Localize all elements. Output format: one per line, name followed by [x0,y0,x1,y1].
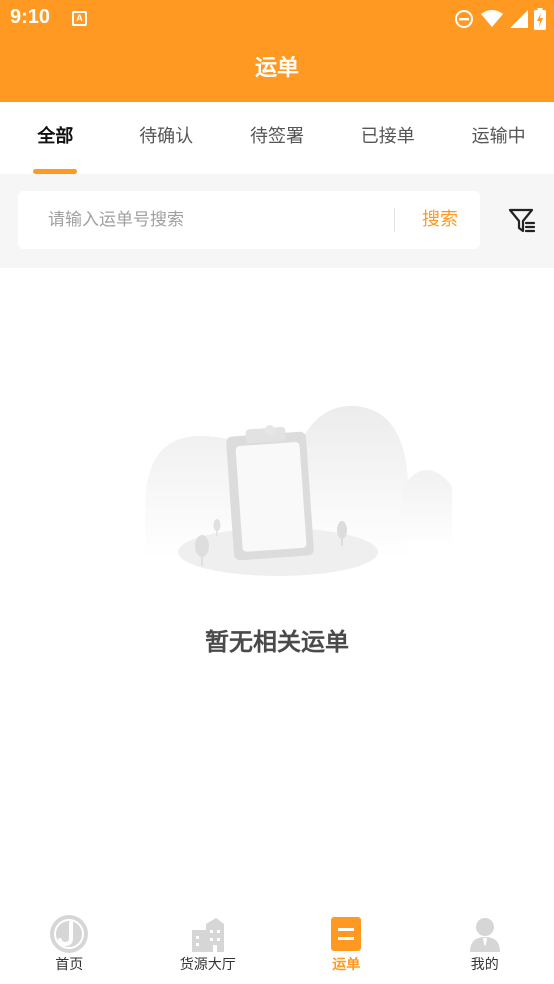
bottom-navigation: 首页 货源大厅 运单 我的 [0,904,554,984]
tab-pending-confirmation[interactable]: 待确认 [111,102,222,174]
tab-in-transit[interactable]: 运输中 [443,102,554,174]
status-bar: 9:10 A [0,0,554,38]
tab-label: 已接单 [360,126,415,147]
search-bar-area: 搜索 [0,174,554,268]
page-title: 运单 [254,56,299,81]
empty-clipboard-illustration [145,405,452,576]
wifi-icon [481,10,503,27]
search-divider [394,208,395,232]
nav-item-cargo-hall[interactable]: 货源大厅 [139,904,278,984]
signal-icon [510,10,528,28]
tab-label: 待签署 [249,126,304,147]
search-box: 搜索 [18,191,480,249]
app-header: 9:10 A 运单 [0,0,554,102]
nav-label: 我的 [470,957,499,973]
tab-all[interactable]: 全部 [0,102,111,174]
filter-icon[interactable] [506,204,538,236]
status-tabs: 全部 待确认 待签署 已接单 运输中 [0,102,554,174]
empty-state-message: 暂无相关运单 [205,628,349,656]
search-button[interactable]: 搜索 [404,191,476,249]
do-not-disturb-icon [455,10,473,28]
nav-label: 运单 [332,957,361,973]
nav-label: 货源大厅 [179,957,236,973]
notification-icon: A [72,11,87,26]
tab-label: 全部 [37,126,74,147]
status-time: 9:10 [10,6,51,28]
nav-item-home[interactable]: 首页 [0,904,139,984]
nav-item-waybill[interactable]: 运单 [277,904,416,984]
clipboard-icon [226,425,314,561]
tab-label: 运输中 [471,126,526,147]
home-logo-icon [50,915,89,953]
person-icon [469,918,500,952]
nav-item-mine[interactable]: 我的 [416,904,554,984]
search-input[interactable] [38,191,388,249]
battery-charging-icon [534,8,546,30]
status-icons [454,7,546,31]
waybill-icon [331,917,362,951]
tab-pending-signature[interactable]: 待签署 [222,102,333,174]
buildings-icon [191,918,224,952]
nav-label: 首页 [55,957,84,973]
tab-accepted[interactable]: 已接单 [332,102,443,174]
tab-label: 待确认 [139,126,194,147]
